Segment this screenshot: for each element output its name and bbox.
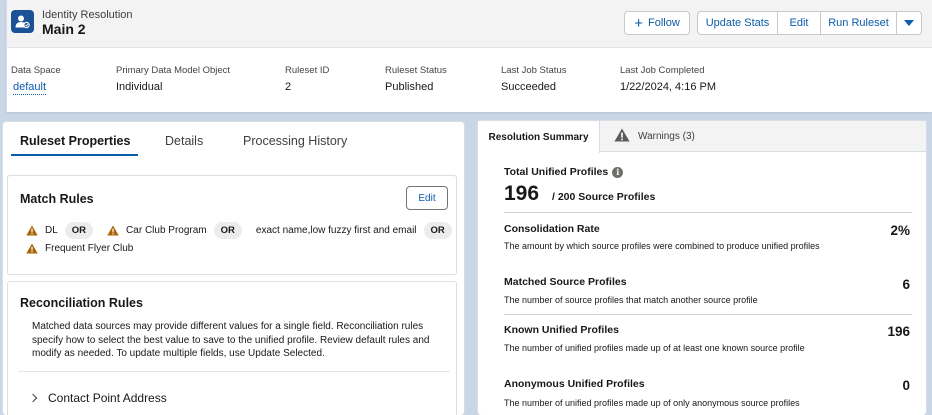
update-stats-button[interactable]: Update Stats <box>697 11 777 35</box>
metric-description: The amount by which source profiles were… <box>504 241 820 251</box>
data-space-link[interactable]: default <box>13 81 47 95</box>
tab-processing-history[interactable]: Processing History <box>243 134 347 148</box>
metric-name: Known Unified Profiles <box>504 324 619 336</box>
field-label: Ruleset ID <box>285 65 330 76</box>
field-label: Ruleset Status <box>385 65 447 76</box>
or-operator-badge: OR <box>213 221 242 239</box>
metric-name: Consolidation Rate <box>504 223 600 235</box>
metric-name: Matched Source Profiles <box>504 276 627 288</box>
total-label-text: Total Unified Profiles <box>504 166 609 178</box>
resolution-summary-card: Resolution Summary Warnings (3) Total Un… <box>477 120 927 415</box>
field-last-job-status: Last Job Status Succeeded <box>501 65 566 93</box>
metric-description: The number of unified profiles made up o… <box>504 343 805 353</box>
field-last-job-completed: Last Job Completed 1/22/2024, 4:16 PM <box>620 65 716 93</box>
more-actions-button[interactable] <box>896 11 922 35</box>
field-ruleset-id: Ruleset ID 2 <box>285 65 329 93</box>
match-rule-label: Frequent Flyer Club <box>45 242 134 254</box>
match-rules-row-1: DL OR Car Club Program OR exact name,low… <box>26 221 466 239</box>
warnings-tab-label: Warnings (3) <box>638 131 695 142</box>
follow-button[interactable]: + Follow <box>624 11 690 35</box>
metric-value: 0 <box>902 378 910 393</box>
warning-icon <box>26 225 38 236</box>
tab-details[interactable]: Details <box>165 134 203 148</box>
field-label: Last Job Completed <box>620 65 705 76</box>
action-button-group: Update Stats Edit Run Ruleset <box>697 11 922 35</box>
metric-name: Anonymous Unified Profiles <box>504 378 645 390</box>
identity-resolution-icon <box>11 10 34 33</box>
metric-value: 2% <box>890 223 910 238</box>
reconciliation-rules-title: Reconciliation Rules <box>20 296 143 310</box>
or-operator-badge: OR <box>64 221 94 239</box>
run-ruleset-button[interactable]: Run Ruleset <box>820 11 896 35</box>
field-label: Data Space <box>11 65 61 76</box>
metric-value: 196 <box>887 324 910 339</box>
ruleset-properties-card: Ruleset Properties Details Processing Hi… <box>2 121 465 415</box>
field-primary-dmo: Primary Data Model Object Individual <box>116 65 230 93</box>
left-tabset: Ruleset Properties Details Processing Hi… <box>3 122 464 158</box>
metric-divider <box>504 212 912 213</box>
record-header: Identity Resolution Main 2 + Follow Upda… <box>6 0 932 112</box>
match-rules-section: Match Rules Edit DL OR Car Club Program … <box>7 175 457 275</box>
match-rule-label: Car Club Program <box>126 224 207 236</box>
field-label: Primary Data Model Object <box>116 65 231 76</box>
field-label: Last Job Status <box>501 65 567 76</box>
right-tabset: Resolution Summary Warnings (3) <box>478 121 926 153</box>
or-operator-badge: OR <box>423 221 452 239</box>
chevron-right-icon <box>28 393 38 403</box>
object-type-label: Identity Resolution <box>42 9 133 21</box>
field-value: 1/22/2024, 4:16 PM <box>620 81 717 93</box>
chevron-down-icon <box>904 20 914 26</box>
edit-match-rules-button[interactable]: Edit <box>406 186 448 210</box>
metric-description: The number of unified profiles made up o… <box>504 398 800 408</box>
warning-icon <box>26 243 38 254</box>
tab-warnings[interactable]: Warnings (3) <box>614 121 695 152</box>
info-icon[interactable]: i <box>612 166 624 178</box>
reconciliation-rules-section: Reconciliation Rules Matched data source… <box>7 281 457 415</box>
accordion-contact-point-address[interactable]: Contact Point Address <box>28 391 167 405</box>
field-data-space: Data Space default <box>11 65 61 95</box>
match-rule-label: exact name,low fuzzy first and email <box>255 224 417 236</box>
tab-ruleset-properties[interactable]: Ruleset Properties <box>20 134 130 148</box>
field-value: Individual <box>116 81 163 93</box>
total-source-profiles: / 200 Source Profiles <box>552 191 656 203</box>
field-value: Succeeded <box>501 81 557 93</box>
page-title: Main 2 <box>42 21 86 37</box>
field-value: 2 <box>285 81 292 93</box>
warning-icon <box>107 225 119 236</box>
total-unified-profiles-count: 196 <box>504 182 540 205</box>
follow-label: Follow <box>647 17 680 29</box>
edit-button[interactable]: Edit <box>777 11 820 35</box>
warning-icon <box>614 128 630 145</box>
metric-divider <box>504 314 912 315</box>
header-highlights-bar: Identity Resolution Main 2 + Follow Upda… <box>7 0 932 48</box>
active-tab-indicator <box>11 154 138 156</box>
match-rule-label: DL <box>45 224 58 236</box>
field-ruleset-status: Ruleset Status Published <box>385 65 447 93</box>
metric-description: The number of source profiles that match… <box>504 295 758 305</box>
reconciliation-description: Matched data sources may provide differe… <box>32 321 430 359</box>
metric-value: 6 <box>902 277 910 292</box>
section-divider <box>18 371 450 372</box>
field-value: Published <box>385 81 434 93</box>
tab-resolution-summary[interactable]: Resolution Summary <box>478 121 600 153</box>
total-unified-profiles-label: Total Unified Profiles i <box>504 166 624 178</box>
match-rules-row-2: Frequent Flyer Club <box>26 239 140 257</box>
accordion-label: Contact Point Address <box>48 391 167 405</box>
plus-icon: + <box>634 14 643 32</box>
match-rules-title: Match Rules <box>20 192 94 206</box>
